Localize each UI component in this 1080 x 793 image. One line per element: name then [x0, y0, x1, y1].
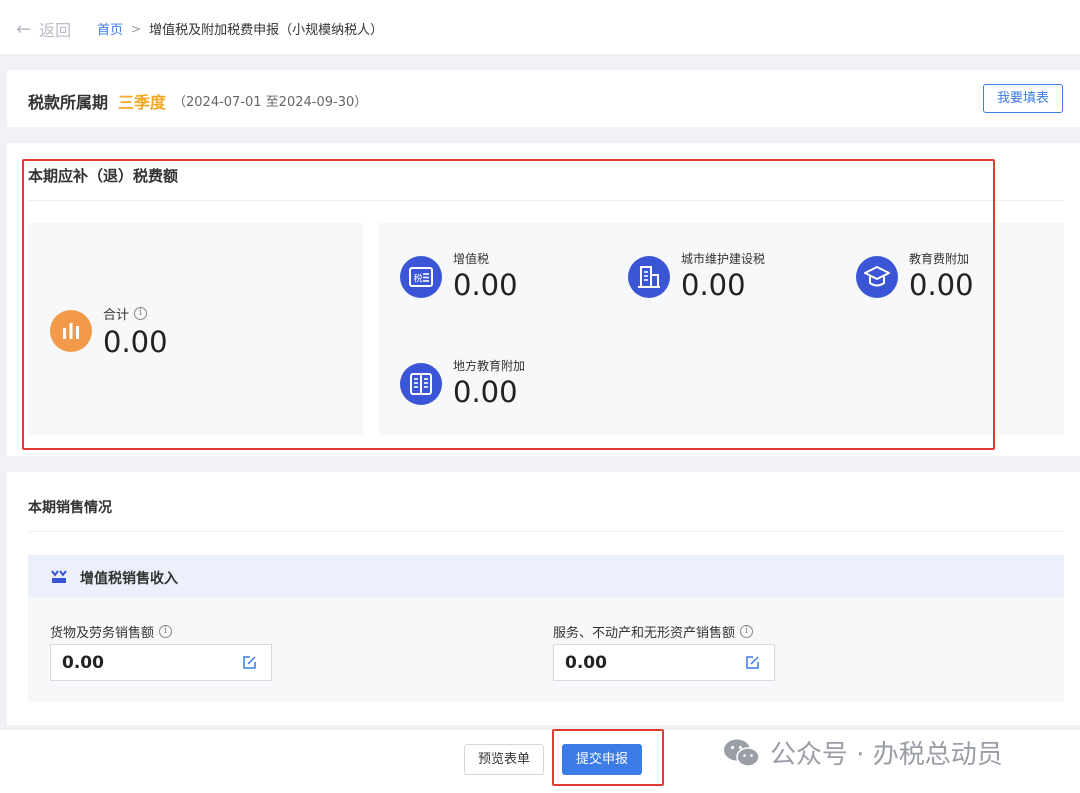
bottom-action-bar: 预览表单 提交申报 公众号 · 办税总动员 [0, 730, 1080, 793]
tax-period-label: 税款所属期 [28, 93, 109, 112]
watermark: 公众号 · 办税总动员 [722, 734, 1003, 771]
vat-sales-title: 增值税销售收入 [80, 571, 178, 587]
highlight-box-tax-due [22, 159, 995, 450]
info-icon[interactable]: i [740, 625, 754, 638]
wechat-icon [724, 739, 760, 767]
goods-sales-field[interactable]: 0.00 [50, 644, 272, 681]
tax-period-card: 税款所属期 三季度 （2024-07-01 至2024-09-30） 我要填表 [7, 70, 1080, 127]
breadcrumb: 首页 > 增值税及附加税费申报（小规模纳税人） [97, 19, 384, 39]
breadcrumb-home-link[interactable]: 首页 [97, 19, 123, 38]
highlight-box-submit [552, 729, 664, 786]
sales-title: 本期销售情况 [28, 500, 112, 516]
back-button[interactable]: ← 返回 [16, 17, 71, 41]
info-icon[interactable]: i [159, 625, 173, 638]
tax-period-season: 三季度 [118, 93, 167, 112]
goods-sales-label: 货物及劳务销售额 i [50, 622, 173, 641]
edit-icon[interactable] [242, 655, 257, 670]
arrow-left-icon: ← [16, 18, 32, 40]
edit-icon[interactable] [745, 655, 760, 670]
back-label: 返回 [39, 21, 72, 40]
breadcrumb-current: 增值税及附加税费申报（小规模纳税人） [149, 23, 384, 38]
goods-sales-value: 0.00 [62, 653, 104, 673]
sales-card: 本期销售情况 增值税销售收入 货物及劳务销售额 i 0.00 服务、不动产和无形… [7, 472, 1080, 725]
top-bar: ← 返回 首页 > 增值税及附加税费申报（小规模纳税人） [0, 0, 1080, 54]
divider [28, 531, 1064, 532]
preview-form-button[interactable]: 预览表单 [464, 744, 544, 775]
vat-sales-body: 货物及劳务销售额 i 0.00 服务、不动产和无形资产销售额 i 0.00 [28, 598, 1064, 702]
sales-income-icon [51, 570, 67, 583]
breadcrumb-separator: > [131, 21, 142, 36]
vat-sales-header: 增值税销售收入 [28, 555, 1064, 598]
services-sales-label: 服务、不动产和无形资产销售额 i [553, 622, 754, 641]
services-sales-field[interactable]: 0.00 [553, 644, 775, 681]
fill-form-button[interactable]: 我要填表 [983, 84, 1063, 113]
tax-period-range: （2024-07-01 至2024-09-30） [173, 95, 368, 110]
watermark-text: 公众号 · 办税总动员 [770, 740, 1003, 770]
services-sales-value: 0.00 [565, 653, 607, 673]
